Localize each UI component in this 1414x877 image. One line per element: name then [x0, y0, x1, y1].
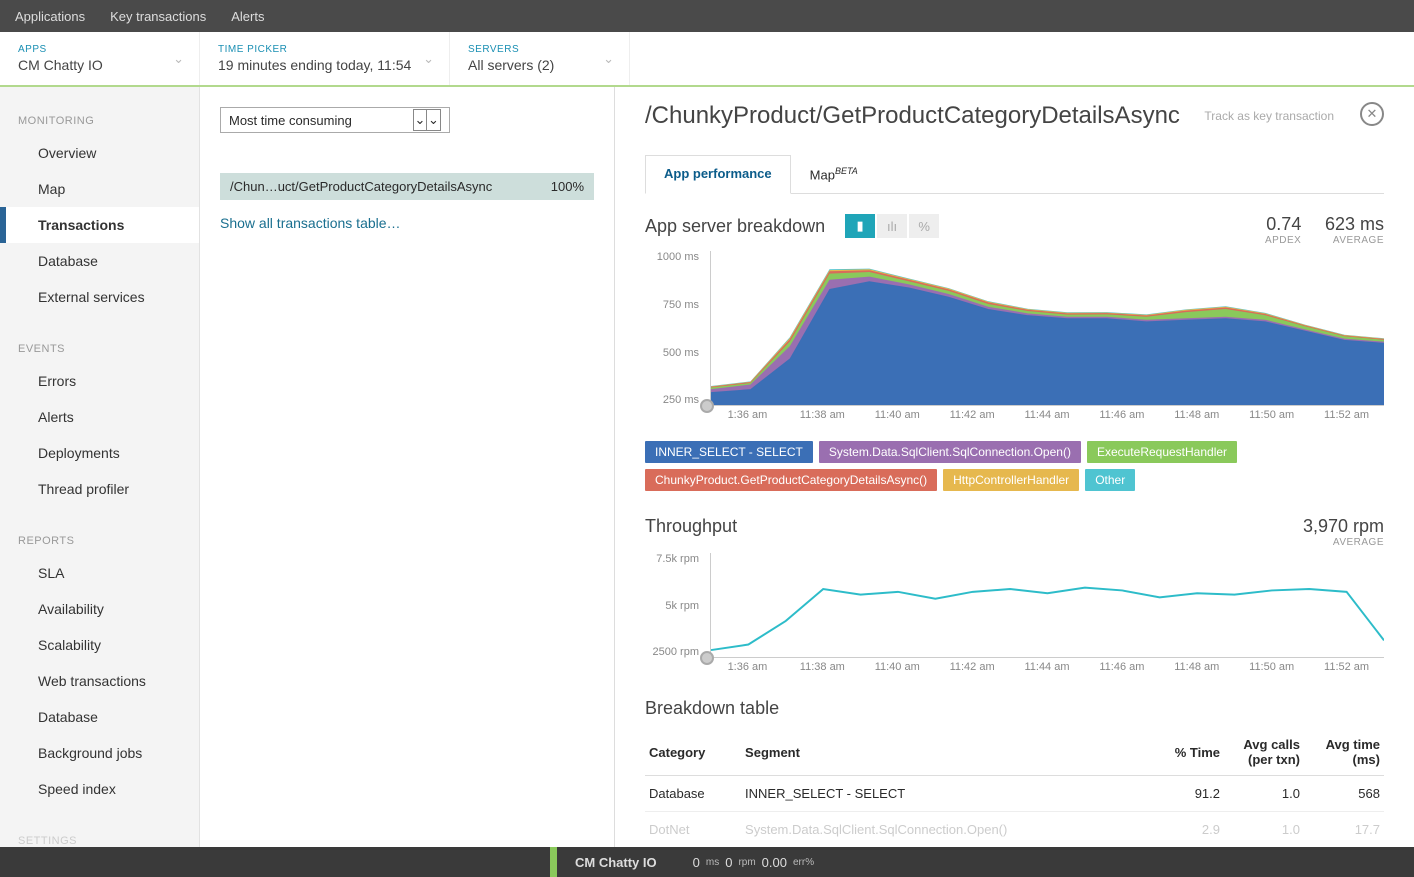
app-server-breakdown-title: App server breakdown [645, 216, 825, 237]
time-picker-label: TIME PICKER [218, 44, 431, 55]
throughput-title: Throughput [645, 516, 737, 537]
track-key-transaction-link[interactable]: Track as key transaction [1204, 109, 1334, 123]
throughput-label: AVERAGE [1303, 537, 1384, 548]
sidebar-item-errors[interactable]: Errors [0, 363, 199, 399]
status-bar: CM Chatty IO 0ms 0rpm 0.00err% [0, 847, 1414, 877]
sidebar-item-database-report[interactable]: Database [0, 699, 199, 735]
app-server-breakdown-chart[interactable]: 250 ms500 ms750 ms1000 ms 1:36 am11:38 a… [645, 251, 1384, 431]
legend-chip[interactable]: ChunkyProduct.GetProductCategoryDetailsA… [645, 469, 937, 491]
selector-bar: APPS CM Chatty IO ⌄ TIME PICKER 19 minut… [0, 32, 1414, 87]
sidebar-item-web-transactions[interactable]: Web transactions [0, 663, 199, 699]
bar-chart-icon[interactable]: ılı [877, 214, 907, 238]
breakdown-table-title: Breakdown table [645, 698, 1384, 719]
status-app-name[interactable]: CM Chatty IO [557, 847, 675, 877]
servers-selector[interactable]: SERVERS All servers (2) ⌄ [450, 32, 630, 85]
close-icon[interactable]: ✕ [1360, 102, 1384, 126]
throughput-value: 3,970 rpm [1303, 516, 1384, 537]
throughput-chart[interactable]: 2500 rpm5k rpm7.5k rpm 1:36 am11:38 am11… [645, 553, 1384, 683]
sidebar-item-deployments[interactable]: Deployments [0, 435, 199, 471]
breakdown-table: Category Segment % Time Avg calls (per t… [645, 729, 1384, 847]
sidebar-item-background-jobs[interactable]: Background jobs [0, 735, 199, 771]
col-avg-calls[interactable]: Avg calls (per txn) [1224, 729, 1304, 776]
apdex-value: 0.74 [1265, 214, 1301, 235]
average-value: 623 ms [1325, 214, 1384, 235]
sidebar-item-map[interactable]: Map [0, 171, 199, 207]
sidebar-item-thread-profiler[interactable]: Thread profiler [0, 471, 199, 507]
average-label: AVERAGE [1325, 235, 1384, 246]
sidebar-section-reports: REPORTS [0, 527, 199, 555]
sidebar-section-events: EVENTS [0, 335, 199, 363]
status-metrics: 0ms 0rpm 0.00err% [675, 847, 838, 877]
transaction-row[interactable]: /Chun…uct/GetProductCategoryDetailsAsync… [220, 173, 594, 200]
apps-selector-label: APPS [18, 44, 181, 55]
sidebar-item-scalability[interactable]: Scalability [0, 627, 199, 663]
sidebar-item-availability[interactable]: Availability [0, 591, 199, 627]
percent-icon[interactable]: % [909, 214, 939, 238]
tab-app-performance[interactable]: App performance [645, 155, 791, 194]
area-chart-icon[interactable]: ▮ [845, 214, 875, 238]
detail-tabs: App performance MapBETA [645, 155, 1384, 194]
nav-alerts[interactable]: Alerts [231, 9, 264, 24]
apps-selector[interactable]: APPS CM Chatty IO ⌄ [0, 32, 200, 85]
legend-chip[interactable]: INNER_SELECT - SELECT [645, 441, 813, 463]
sidebar-section-monitoring: MONITORING [0, 107, 199, 135]
legend-chip[interactable]: ExecuteRequestHandler [1087, 441, 1237, 463]
chevron-down-icon: ⌄ [603, 51, 614, 67]
legend-chip[interactable]: System.Data.SqlClient.SqlConnection.Open… [819, 441, 1081, 463]
sort-select-value: Most time consuming [229, 113, 352, 128]
transaction-detail-panel: /ChunkyProduct/GetProductCategoryDetails… [615, 87, 1414, 847]
top-nav: Applications Key transactions Alerts [0, 0, 1414, 32]
time-picker-value: 19 minutes ending today, 11:54 [218, 57, 431, 73]
sort-select[interactable]: Most time consuming ⌄ ⌄ [220, 107, 450, 133]
col-pct-time[interactable]: % Time [1144, 729, 1224, 776]
table-row[interactable]: DotNetSystem.Data.SqlClient.SqlConnectio… [645, 812, 1384, 847]
time-picker[interactable]: TIME PICKER 19 minutes ending today, 11:… [200, 32, 450, 85]
sidebar-item-external-services[interactable]: External services [0, 279, 199, 315]
dropdown-icon[interactable]: ⌄ [413, 109, 427, 131]
show-all-transactions-link[interactable]: Show all transactions table… [220, 215, 594, 231]
transactions-list-panel: Most time consuming ⌄ ⌄ /Chun…uct/GetPro… [200, 87, 615, 847]
sidebar-item-alerts[interactable]: Alerts [0, 399, 199, 435]
sidebar-item-database[interactable]: Database [0, 243, 199, 279]
col-avg-time[interactable]: Avg time (ms) [1304, 729, 1384, 776]
chevron-down-icon[interactable]: ⌄ [427, 109, 441, 131]
nav-key-transactions[interactable]: Key transactions [110, 9, 206, 24]
sidebar-item-speed-index[interactable]: Speed index [0, 771, 199, 807]
col-category[interactable]: Category [645, 729, 741, 776]
chevron-down-icon: ⌄ [173, 51, 184, 67]
table-row[interactable]: DatabaseINNER_SELECT - SELECT91.21.0568 [645, 776, 1384, 812]
servers-selector-value: All servers (2) [468, 57, 611, 73]
legend-chip[interactable]: HttpControllerHandler [943, 469, 1079, 491]
chart-legend: INNER_SELECT - SELECT System.Data.SqlClie… [645, 441, 1384, 491]
transaction-row-name: /Chun…uct/GetProductCategoryDetailsAsync [230, 179, 492, 194]
sidebar-item-transactions[interactable]: Transactions [0, 207, 199, 243]
chevron-down-icon: ⌄ [423, 51, 434, 67]
nav-applications[interactable]: Applications [15, 9, 85, 24]
apdex-label: APDEX [1265, 235, 1301, 246]
sidebar-item-overview[interactable]: Overview [0, 135, 199, 171]
apps-selector-value: CM Chatty IO [18, 57, 181, 73]
tab-map[interactable]: MapBETA [791, 155, 877, 193]
status-health-icon [550, 847, 557, 877]
sidebar-item-sla[interactable]: SLA [0, 555, 199, 591]
legend-chip[interactable]: Other [1085, 469, 1135, 491]
col-segment[interactable]: Segment [741, 729, 1144, 776]
sidebar: MONITORING Overview Map Transactions Dat… [0, 87, 200, 847]
beta-badge: BETA [835, 166, 858, 176]
sidebar-section-settings: SETTINGS [0, 827, 199, 847]
transaction-row-pct: 100% [551, 179, 584, 194]
servers-selector-label: SERVERS [468, 44, 611, 55]
